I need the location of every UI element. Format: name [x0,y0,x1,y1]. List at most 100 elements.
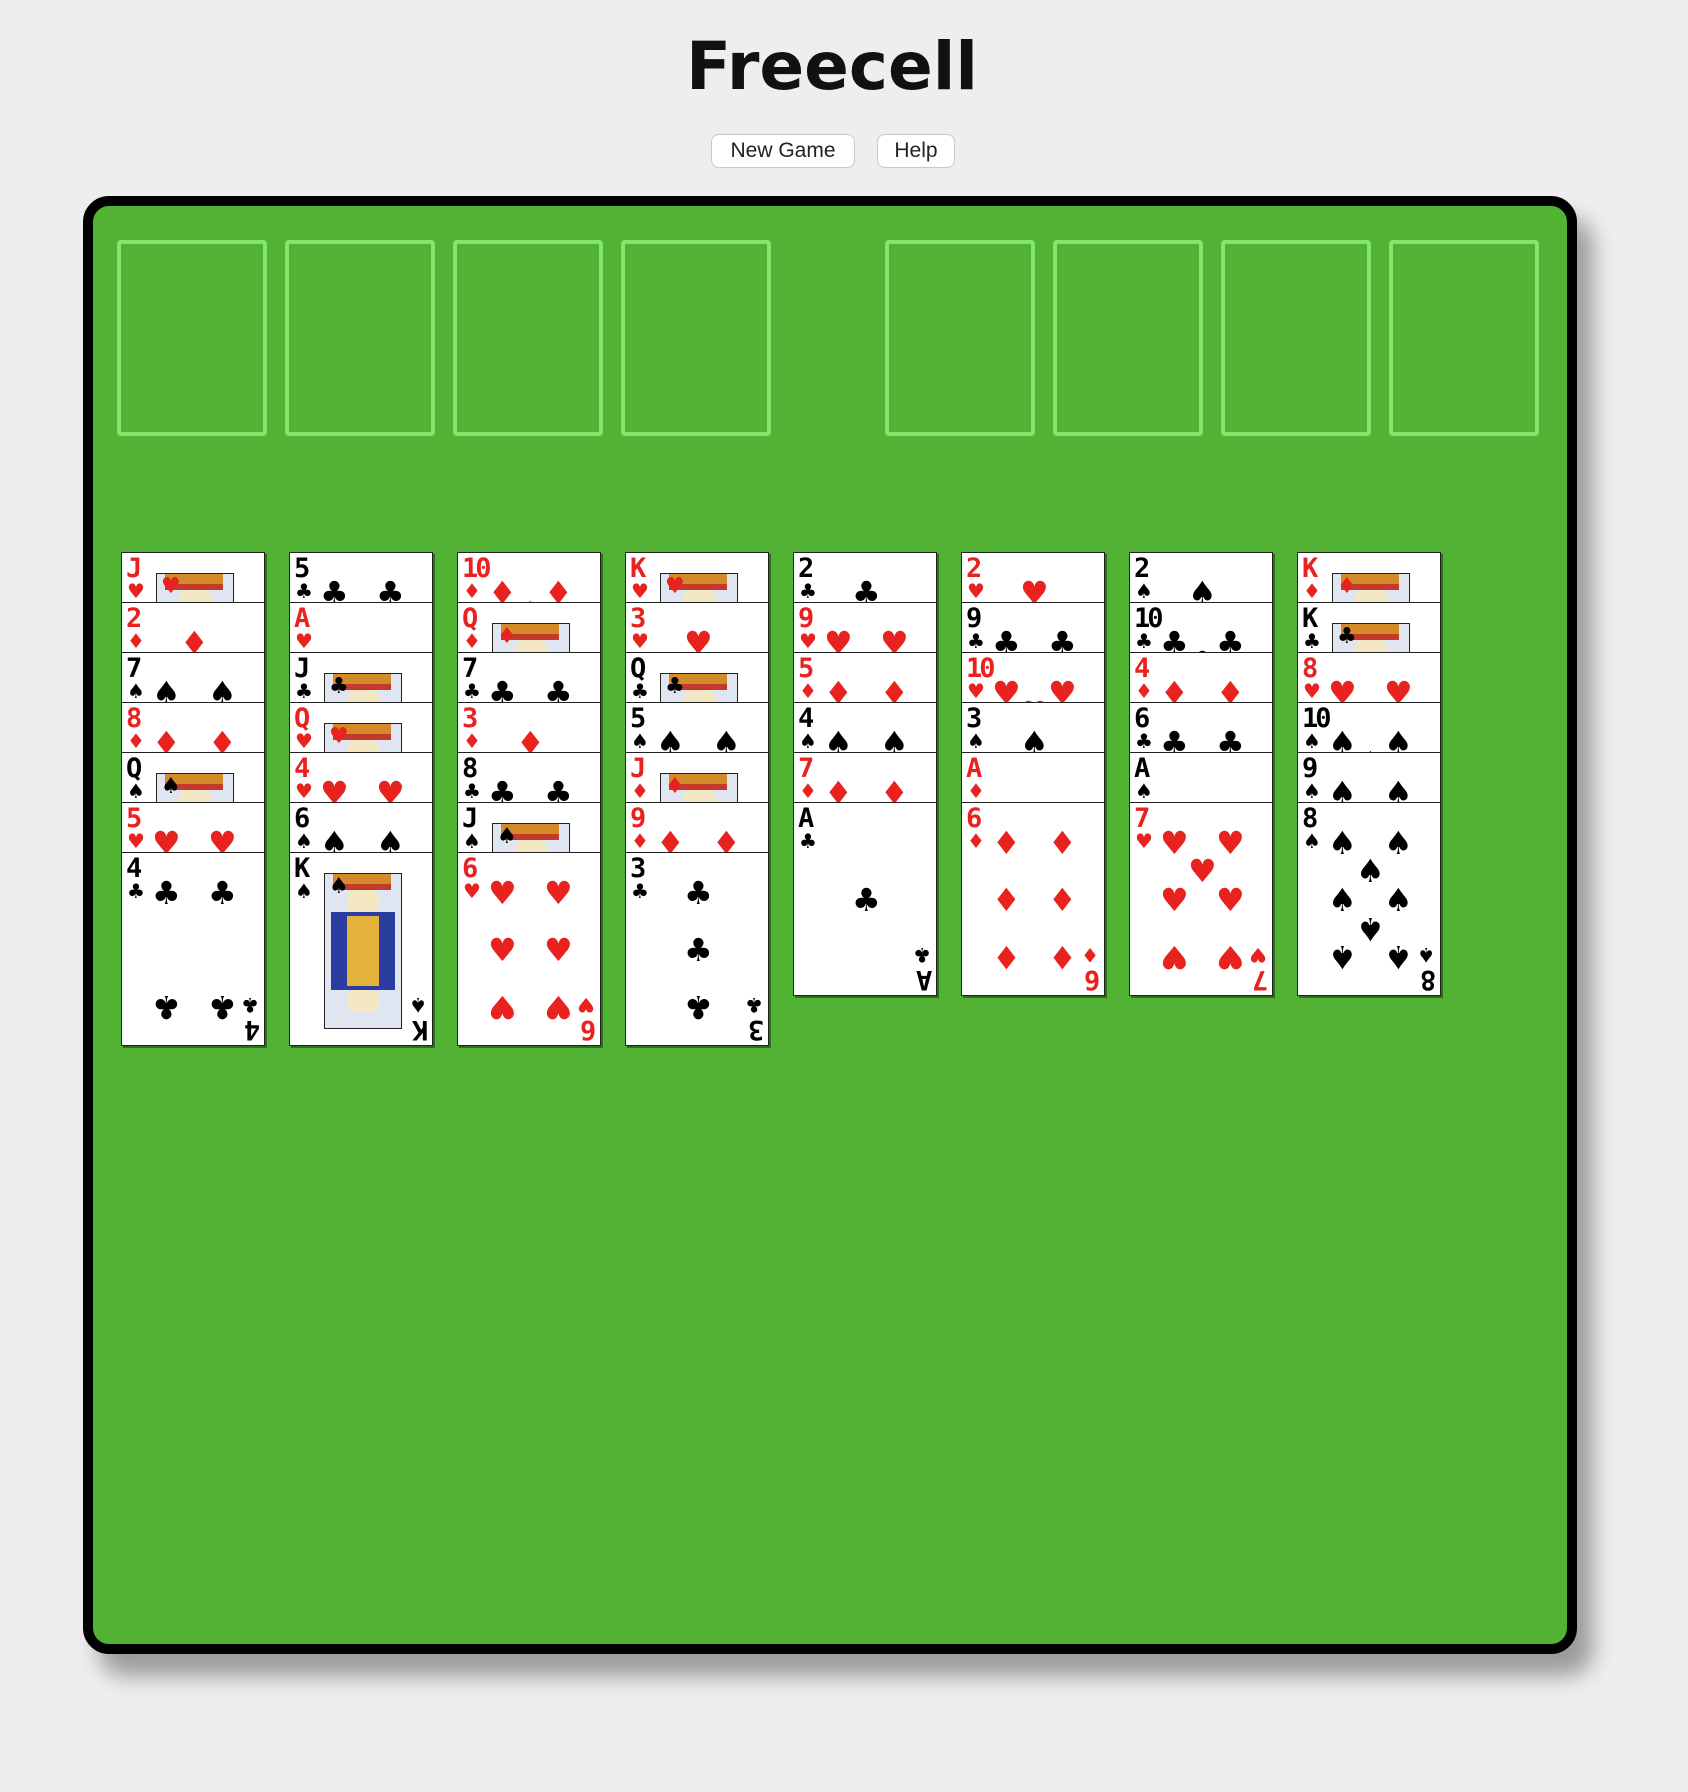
foundation-3[interactable] [1221,240,1371,436]
diamond-icon: ♦ [463,729,481,753]
heart-icon: ♥ [967,579,985,603]
freecell-3[interactable] [453,240,603,436]
club-icon: ♣ [152,988,181,1026]
spade-icon: ♠ [1384,824,1413,862]
spade-icon: ♠ [497,824,517,849]
heart-icon: ♥ [463,879,481,903]
heart-icon: ♥ [544,931,573,969]
diamond-icon: ♦ [967,829,985,853]
club-icon: ♣ [208,988,237,1026]
heart-icon: ♥ [544,988,573,1026]
new-game-button[interactable]: New Game [711,134,855,168]
spade-icon: ♠ [295,879,313,903]
heart-icon: ♥ [1216,881,1245,919]
diamond-icon: ♦ [127,729,145,753]
diamond-icon: ♦ [967,779,985,803]
help-button[interactable]: Help [877,134,955,168]
spade-icon: ♠ [1303,829,1321,853]
club-icon: ♣ [967,629,985,653]
card-7-of-hearts[interactable]: 7 ♥ ♥ ♥ ♥ ♥ ♥ ♥ ♥ 7 ♥ [1129,802,1273,996]
foundation-4[interactable] [1389,240,1539,436]
heart-icon: ♥ [161,574,181,599]
card-rank: K [411,1014,428,1045]
club-icon: ♣ [631,879,649,903]
card-6-of-diamonds[interactable]: 6 ♦ ♦ ♦ ♦ ♦ ♦ ♦ 6 ♦ [961,802,1105,996]
heart-icon: ♥ [488,988,517,1026]
heart-icon: ♥ [1160,938,1189,976]
heart-icon: ♥ [1188,852,1217,890]
diamond-icon: ♦ [1048,938,1077,976]
freecell-1[interactable] [117,240,267,436]
club-icon: ♣ [665,674,685,699]
diamond-icon: ♦ [1081,943,1099,967]
heart-icon: ♥ [295,779,313,803]
spade-icon: ♠ [127,779,145,803]
face-card-portrait: ♠ [324,873,402,1029]
spade-icon: ♠ [1328,938,1357,976]
spade-icon: ♠ [967,729,985,753]
spade-icon: ♠ [161,774,181,799]
spade-icon: ♠ [295,829,313,853]
heart-icon: ♥ [665,574,685,599]
heart-icon: ♥ [1249,943,1267,967]
heart-icon: ♥ [295,729,313,753]
card-8-of-spades[interactable]: 8 ♠ ♠ ♠ ♠ ♠ ♠ ♠ ♠ ♠ 8 ♠ [1297,802,1441,996]
diamond-icon: ♦ [463,629,481,653]
spade-icon: ♠ [1303,729,1321,753]
heart-icon: ♥ [127,829,145,853]
spade-icon: ♠ [1303,779,1321,803]
club-icon: ♣ [684,988,713,1026]
diamond-icon: ♦ [1048,881,1077,919]
heart-icon: ♥ [488,874,517,912]
club-icon: ♣ [852,881,881,919]
club-icon: ♣ [684,931,713,969]
heart-icon: ♥ [1160,881,1189,919]
club-icon: ♣ [463,779,481,803]
club-icon: ♣ [295,679,313,703]
card-rank: 6 [1083,964,1100,995]
heart-icon: ♥ [488,931,517,969]
diamond-icon: ♦ [799,679,817,703]
freecell-4[interactable] [621,240,771,436]
heart-icon: ♥ [295,629,313,653]
club-icon: ♣ [1135,729,1153,753]
diamond-icon: ♦ [992,824,1021,862]
heart-icon: ♥ [631,579,649,603]
heart-icon: ♥ [631,629,649,653]
card-3-of-clubs[interactable]: 3 ♣ ♣ ♣ ♣ 3 ♣ [625,852,769,1046]
diamond-icon: ♦ [1337,574,1357,599]
spade-icon: ♠ [1356,910,1385,948]
spade-icon: ♠ [1356,852,1385,890]
diamond-icon: ♦ [1135,679,1153,703]
diamond-icon: ♦ [127,629,145,653]
card-rank: 6 [579,1014,596,1045]
club-icon: ♣ [152,874,181,912]
club-icon: ♣ [799,579,817,603]
foundation-2[interactable] [1053,240,1203,436]
club-icon: ♣ [1303,629,1321,653]
card-rank: 3 [747,1014,764,1045]
spade-icon: ♠ [329,874,349,899]
diamond-icon: ♦ [992,938,1021,976]
club-icon: ♣ [463,679,481,703]
freecell-2[interactable] [285,240,435,436]
card-4-of-clubs[interactable]: 4 ♣ ♣ ♣ ♣ ♣ 4 ♣ [121,852,265,1046]
card-k-of-spades[interactable]: K ♠ ♠ K ♠ [289,852,433,1046]
spade-icon: ♠ [1384,938,1413,976]
spade-icon: ♠ [1417,943,1435,967]
heart-icon: ♥ [799,629,817,653]
diamond-icon: ♦ [799,779,817,803]
spade-icon: ♠ [1135,579,1153,603]
spade-icon: ♠ [127,679,145,703]
card-rank: 7 [1251,964,1268,995]
club-icon: ♣ [631,679,649,703]
club-icon: ♣ [127,879,145,903]
diamond-icon: ♦ [463,579,481,603]
card-a-of-clubs[interactable]: A ♣ ♣ A ♣ [793,802,937,996]
heart-icon: ♥ [1160,824,1189,862]
club-icon: ♣ [329,674,349,699]
card-6-of-hearts[interactable]: 6 ♥ ♥ ♥ ♥ ♥ ♥ ♥ 6 ♥ [457,852,601,1046]
card-rank: A [915,964,932,995]
foundation-1[interactable] [885,240,1035,436]
diamond-icon: ♦ [631,779,649,803]
